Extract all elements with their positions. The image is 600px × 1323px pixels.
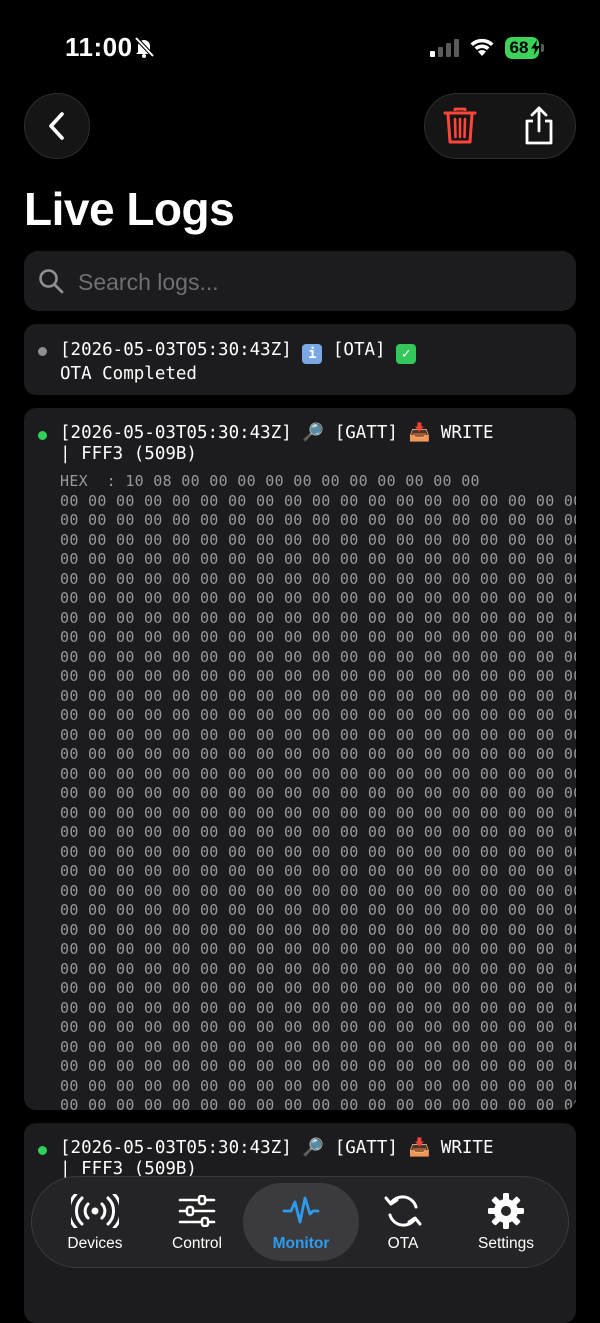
hex-line: 00 00 00 00 00 00 00 00 00 00 00 00 00 0… (60, 1037, 576, 1056)
log-entry[interactable]: [2026-05-03T05:30:43Z] 🔎 [GATT] 📥 WRITE … (24, 408, 576, 1110)
hex-line: 00 00 00 00 00 00 00 00 00 00 00 00 00 0… (60, 686, 576, 705)
refresh-icon (351, 1193, 455, 1229)
battery-cap (541, 44, 544, 52)
search-bar (24, 251, 576, 311)
hex-line: 00 00 00 00 00 00 00 00 00 00 00 00 00 0… (60, 1096, 576, 1110)
log-category: [OTA] (332, 340, 386, 360)
log-text: [2026-05-03T05:30:43Z] i [OTA] ✓ OTA Com… (60, 340, 562, 385)
log-category: [GATT] (334, 423, 398, 443)
hex-line: 00 00 00 00 00 00 00 00 00 00 00 00 00 0… (60, 1018, 576, 1036)
inbox-tray-icon: 📥 (408, 423, 431, 443)
tab-label: OTA (387, 1235, 419, 1252)
magnifier-emoji-icon: 🔎 (302, 1138, 325, 1158)
log-action: WRITE (440, 1138, 494, 1158)
hex-line: 00 00 00 00 00 00 00 00 00 00 00 00 00 0… (60, 569, 576, 588)
wifi-icon (470, 38, 494, 56)
hex-line: 00 00 00 00 00 00 00 00 00 00 00 00 00 0… (60, 725, 576, 744)
hex-line: 00 00 00 00 00 00 00 00 00 00 00 00 00 0… (60, 589, 576, 607)
search-input[interactable] (76, 261, 560, 303)
hex-line: 00 00 00 00 00 00 00 00 00 00 00 00 00 0… (60, 920, 576, 939)
magnifier-emoji-icon: 🔎 (302, 423, 325, 443)
waveform-icon (249, 1193, 353, 1229)
hex-line: 00 00 00 00 00 00 00 00 00 00 00 00 00 0… (60, 979, 576, 997)
hex-line: 00 00 00 00 00 00 00 00 00 00 00 00 00 0… (60, 647, 576, 666)
hex-line: 00 00 00 00 00 00 00 00 00 00 00 00 00 0… (60, 901, 576, 919)
hex-line: 00 00 00 00 00 00 00 00 00 00 00 00 00 0… (60, 862, 576, 880)
tab-settings[interactable]: Settings (454, 1177, 558, 1267)
hex-line: 00 00 00 00 00 00 00 00 00 00 00 00 00 0… (60, 550, 576, 568)
log-detail: | FFF3 (509B) (60, 444, 197, 464)
tab-label: Monitor (272, 1235, 330, 1252)
hex-line: 00 00 00 00 00 00 00 00 00 00 00 00 00 0… (60, 998, 576, 1017)
battery-level: 68 (509, 38, 529, 57)
search-icon (39, 269, 64, 294)
hex-line: 00 00 00 00 00 00 00 00 00 00 00 00 00 0… (60, 491, 576, 510)
hex-line: 00 00 00 00 00 00 00 00 00 00 00 00 00 0… (60, 881, 576, 900)
hex-line: 00 00 00 00 00 00 00 00 00 00 00 00 00 0… (60, 745, 576, 763)
hex-line: 00 00 00 00 00 00 00 00 00 00 00 00 00 0… (60, 667, 576, 685)
log-category: [GATT] (334, 1138, 398, 1158)
hex-line: 00 00 00 00 00 00 00 00 00 00 00 00 00 0… (60, 764, 576, 783)
hex-line: 00 00 00 00 00 00 00 00 00 00 00 00 00 0… (60, 628, 576, 646)
log-text: [2026-05-03T05:30:43Z] 🔎 [GATT] 📥 WRITE … (60, 1138, 562, 1180)
hex-line: 00 00 00 00 00 00 00 00 00 00 00 00 00 0… (60, 823, 576, 841)
hex-line: 00 00 00 00 00 00 00 00 00 00 00 00 00 0… (60, 608, 576, 627)
log-level-dot (38, 431, 47, 440)
page-title: Live Logs (24, 183, 235, 235)
signal-icon (430, 39, 459, 57)
hex-line: 00 00 00 00 00 00 00 00 00 00 00 00 00 0… (60, 842, 576, 861)
bell-off-icon (134, 36, 155, 58)
log-action: WRITE (440, 423, 494, 443)
tab-control[interactable]: Control (145, 1177, 249, 1267)
log-timestamp: [2026-05-03T05:30:43Z] (60, 340, 292, 360)
status-bar: 11:00 68 (0, 0, 600, 95)
share-button[interactable] (519, 105, 559, 147)
hex-line: 00 00 00 00 00 00 00 00 00 00 00 00 00 0… (60, 1076, 576, 1095)
hex-line: 00 00 00 00 00 00 00 00 00 00 00 00 00 0… (60, 511, 576, 529)
hex-line: 00 00 00 00 00 00 00 00 00 00 00 00 00 0… (60, 530, 576, 549)
tab-monitor[interactable]: Monitor (249, 1177, 353, 1267)
log-timestamp: [2026-05-03T05:30:43Z] (60, 1138, 292, 1158)
chevron-left-icon (49, 112, 64, 140)
tab-label: Settings (477, 1235, 534, 1252)
hex-line: 00 00 00 00 00 00 00 00 00 00 00 00 00 0… (60, 803, 576, 822)
hex-dump: HEX : 10 08 00 00 00 00 00 00 00 00 00 0… (60, 472, 576, 1110)
back-button[interactable] (24, 93, 90, 159)
log-timestamp: [2026-05-03T05:30:43Z] (60, 423, 292, 443)
tab-devices[interactable]: Devices (43, 1177, 147, 1267)
hex-line: 00 00 00 00 00 00 00 00 00 00 00 00 00 0… (60, 959, 576, 978)
log-level-dot (38, 1146, 47, 1155)
log-level-dot (38, 347, 47, 356)
hex-line: 00 00 00 00 00 00 00 00 00 00 00 00 00 0… (60, 1057, 576, 1075)
share-icon (525, 106, 553, 145)
hex-line: 00 00 00 00 00 00 00 00 00 00 00 00 00 0… (60, 784, 576, 802)
checkmark-icon: ✓ (396, 344, 417, 364)
log-entry[interactable]: [2026-05-03T05:30:43Z] i [OTA] ✓ OTA Com… (24, 324, 576, 395)
info-icon: i (302, 344, 323, 364)
charging-bolt-icon (531, 40, 540, 55)
status-time: 11:00 (65, 32, 133, 62)
antenna-icon (43, 1193, 147, 1229)
trash-icon (443, 107, 477, 144)
tab-ota[interactable]: OTA (351, 1177, 455, 1267)
hex-line: 00 00 00 00 00 00 00 00 00 00 00 00 00 0… (60, 940, 576, 958)
inbox-tray-icon: 📥 (408, 1138, 431, 1158)
nav-actions-group (424, 93, 576, 159)
tab-bar: Devices Control Monitor OTA Settings (31, 1176, 569, 1268)
tab-label: Devices (67, 1235, 123, 1252)
hex-line: HEX : 10 08 00 00 00 00 00 00 00 00 00 0… (60, 472, 480, 490)
sliders-icon (145, 1193, 249, 1229)
hex-line: 00 00 00 00 00 00 00 00 00 00 00 00 00 0… (60, 706, 576, 724)
log-message: OTA Completed (60, 364, 197, 384)
gear-icon (454, 1193, 558, 1229)
tab-label: Control (172, 1235, 222, 1252)
log-text: [2026-05-03T05:30:43Z] 🔎 [GATT] 📥 WRITE … (60, 423, 562, 465)
clear-logs-button[interactable] (440, 106, 480, 146)
